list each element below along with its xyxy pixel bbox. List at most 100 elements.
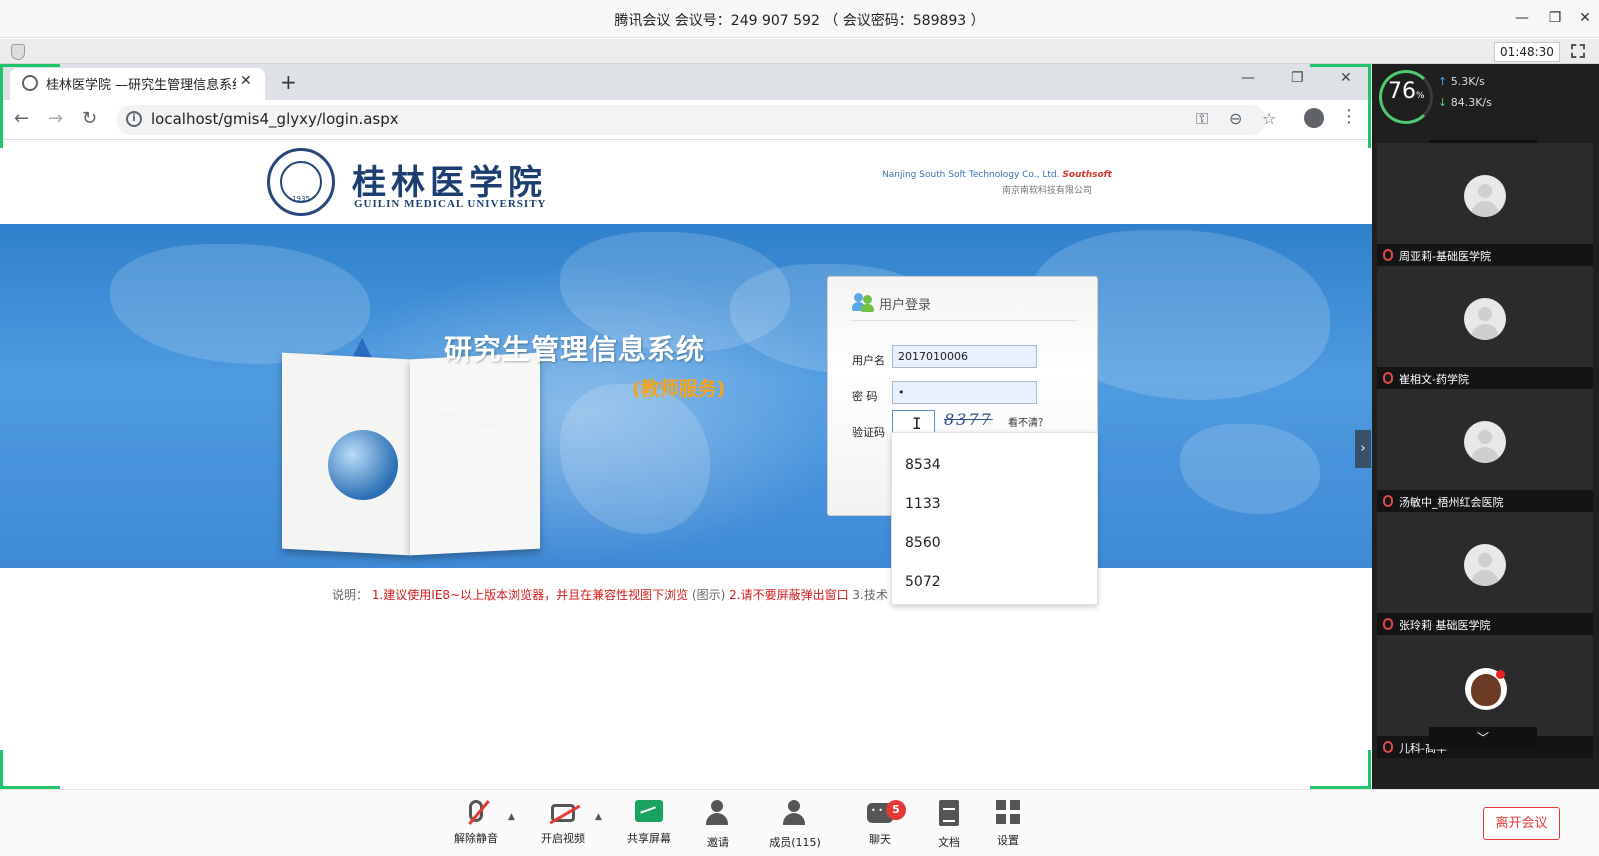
vendor-name-cn: 南京南软科技有限公司 [1002, 186, 1093, 196]
seal-year: 1935 [292, 195, 310, 203]
share-border-mark [1368, 64, 1371, 148]
login-notice: 说明： 1.建议使用IE8~以上版本浏览器，并且在兼容性视图下浏览 (图示) 2… [332, 586, 888, 603]
leave-meeting-button[interactable]: 离开会议 [1483, 807, 1560, 840]
back-icon[interactable]: ← [14, 108, 29, 129]
share-border-mark [1368, 750, 1371, 789]
bird-graphic: ︶ [480, 423, 494, 439]
arrow-graphic [352, 338, 372, 358]
default-avatar [1464, 421, 1506, 463]
username-input[interactable]: 2017010006 [892, 345, 1037, 368]
participant-name: 张玲莉 基础医学院 [1399, 619, 1491, 632]
vendor-name-en: Nanjing South Soft Technology Co., Ltd. … [882, 170, 1112, 180]
video-options-caret[interactable]: ▲ [595, 812, 602, 822]
notice-item-1: 1.建议使用IE8~以上版本浏览器，并且在兼容性视图下浏览 [371, 588, 689, 602]
camera-off-icon [551, 804, 575, 822]
mic-muted-icon [1383, 249, 1393, 261]
mic-off-icon [469, 800, 483, 822]
share-border-mark [1310, 64, 1370, 67]
vendor-company: Nanjing South Soft Technology Co., Ltd. [882, 170, 1060, 180]
browser-minimize-button[interactable]: — [1241, 70, 1255, 86]
add-person-icon [704, 800, 732, 826]
autocomplete-option[interactable]: 5072 [905, 574, 941, 590]
participant-name: 崔相文-药学院 [1399, 373, 1469, 386]
globe-icon [22, 75, 38, 91]
unmute-label: 解除静音 [454, 832, 498, 845]
mic-muted-icon [1383, 495, 1393, 507]
share-border-mark [0, 64, 3, 148]
mic-muted-icon [1383, 741, 1393, 753]
panel-collapse-button[interactable]: › [1355, 430, 1371, 468]
users-icon [852, 292, 874, 312]
profile-icon[interactable] [1304, 108, 1324, 128]
browser-tab-title[interactable]: 桂林医学院 —研究生管理信息系统 [46, 74, 236, 93]
system-title: 研究生管理信息系统 [444, 333, 706, 366]
participant-name: 周亚莉-基础医学院 [1399, 250, 1491, 263]
security-shield-icon[interactable] [11, 44, 25, 60]
browser-restore-button[interactable]: ❐ [1291, 70, 1304, 86]
book-graphic [410, 352, 540, 556]
captcha-label: 验证码 [852, 426, 885, 439]
login-title: 用户登录 [879, 298, 932, 313]
meeting-minimize-button[interactable]: — [1511, 8, 1533, 28]
start-video-button[interactable]: 开启视频 [528, 800, 598, 846]
share-screen-button[interactable]: 共享屏幕 [614, 800, 684, 846]
members-button[interactable]: 成员(115) [760, 800, 830, 850]
university-seal-logo: 1935 [267, 148, 335, 216]
upload-arrow-icon: ↑ [1438, 75, 1448, 88]
download-speed: ↓ 84.3K/s [1438, 96, 1492, 109]
autocomplete-option[interactable]: 1133 [905, 496, 941, 512]
globe-graphic [328, 430, 398, 500]
menu-icon[interactable]: ⋮ [1340, 106, 1358, 127]
password-input[interactable]: • [892, 381, 1037, 404]
divider [850, 320, 1078, 321]
members-icon [781, 800, 809, 826]
autocomplete-option[interactable]: 8560 [905, 535, 941, 551]
zoom-out-icon[interactable]: ⊖ [1229, 109, 1242, 128]
settings-label: 设置 [997, 834, 1019, 847]
reload-icon[interactable]: ↻ [82, 108, 97, 129]
default-avatar [1464, 175, 1506, 217]
system-subtitle: (教师服务) [632, 378, 726, 400]
mic-muted-icon [1383, 618, 1393, 630]
share-border-mark [0, 750, 3, 789]
invite-label: 邀请 [707, 836, 729, 849]
invite-button[interactable]: 邀请 [683, 800, 753, 850]
meeting-timer: 01:48:30 [1494, 42, 1560, 62]
browser-close-button[interactable]: ✕ [1340, 70, 1352, 86]
tab-close-icon[interactable]: ✕ [240, 73, 252, 89]
notice-item-3: 3.技术 [852, 588, 888, 602]
university-name-cn: 桂林医学院 [352, 163, 547, 203]
new-tab-button[interactable]: + [280, 70, 297, 94]
default-avatar [1464, 544, 1506, 586]
info-icon[interactable]: i [126, 111, 142, 127]
captcha-refresh-link[interactable]: 看不清？ [1008, 414, 1048, 429]
address-url[interactable]: localhost/gmis4_glyxy/login.aspx [151, 110, 399, 128]
network-quality-value: 76% [1388, 79, 1425, 104]
share-border-mark [0, 64, 60, 67]
start-video-label: 开启视频 [541, 832, 585, 845]
scroll-down-button[interactable]: ﹀ [1429, 727, 1537, 749]
meeting-close-button[interactable]: ✕ [1574, 8, 1596, 28]
download-arrow-icon: ↓ [1438, 96, 1448, 109]
meeting-restore-button[interactable]: ❐ [1544, 8, 1566, 28]
username-label: 用户名 [852, 354, 885, 367]
notice-item-1-hint[interactable]: (图示) [692, 588, 725, 602]
autocomplete-option[interactable]: 8534 [905, 457, 941, 473]
audio-options-caret[interactable]: ▲ [508, 812, 515, 822]
forward-icon[interactable]: → [48, 108, 63, 129]
settings-grid-icon [996, 800, 1020, 824]
bird-graphic: ︶ [440, 413, 454, 429]
upload-speed: ↑ 5.3K/s [1438, 75, 1485, 88]
members-label: 成员(115) [769, 836, 821, 849]
chat-unread-badge: 5 [886, 800, 906, 820]
notice-prefix: 说明： [332, 588, 369, 602]
unmute-button[interactable]: 解除静音 [441, 800, 511, 846]
share-screen-label: 共享屏幕 [627, 832, 671, 845]
vendor-brand: Southsoft [1062, 170, 1112, 180]
key-icon[interactable]: ⚿ [1196, 109, 1208, 129]
settings-button[interactable]: 设置 [973, 800, 1043, 848]
fullscreen-icon[interactable] [1571, 44, 1585, 58]
star-icon[interactable]: ☆ [1262, 109, 1276, 128]
captcha-image[interactable]: 8377 [944, 410, 998, 432]
mic-muted-icon [1383, 372, 1393, 384]
